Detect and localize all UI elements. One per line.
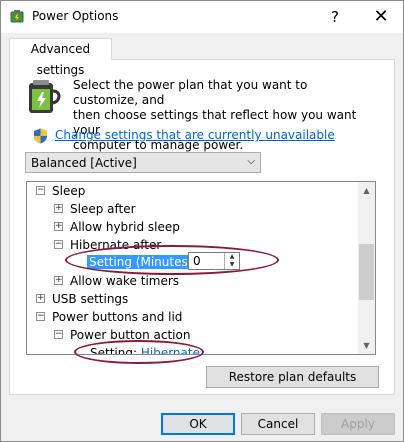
power-plan-select[interactable]: Balanced [Active] ⌵ [25, 152, 261, 173]
collapse-icon[interactable]: − [54, 240, 63, 249]
tree-item-usb[interactable]: + USB settings [36, 290, 128, 308]
restore-defaults-button[interactable]: Restore plan defaults [206, 366, 379, 388]
power-options-icon [10, 10, 24, 23]
ok-button[interactable]: OK [161, 413, 235, 435]
scroll-thumb[interactable] [359, 244, 374, 300]
collapse-icon[interactable]: − [54, 330, 63, 339]
tab-advanced-settings[interactable]: Advanced settings [9, 38, 112, 77]
cancel-button[interactable]: Cancel [241, 413, 315, 435]
close-button[interactable]: ✕ [359, 3, 403, 31]
collapse-icon[interactable]: − [36, 312, 45, 321]
chevron-down-icon: ⌵ [247, 156, 255, 167]
expand-icon[interactable]: + [54, 276, 63, 285]
tree-item-hybrid-sleep[interactable]: + Allow hybrid sleep [54, 218, 180, 236]
intro-line-1: Select the power plan that you want to c… [73, 78, 308, 107]
scroll-up-icon[interactable]: ▲ [358, 182, 375, 199]
tree-item-power-buttons[interactable]: − Power buttons and lid [36, 308, 182, 326]
tree-item-label: USB settings [52, 292, 129, 306]
tree-item-label: Allow wake timers [70, 274, 180, 288]
tree-scrollbar[interactable]: ▲ ▼ [358, 182, 375, 354]
help-button[interactable]: ? [313, 3, 357, 31]
annotation-ellipse-hibernate [74, 340, 204, 364]
tree-item-label: Allow hybrid sleep [70, 220, 180, 234]
uac-shield-icon [34, 128, 47, 144]
title-bar: Power Options ? ✕ [1, 1, 403, 33]
tree-item-label: Sleep after [70, 202, 136, 216]
tree-item-label: Sleep [52, 184, 86, 198]
annotation-ellipse-minutes [65, 245, 279, 275]
expand-icon[interactable]: + [54, 222, 63, 231]
tree-item-sleep[interactable]: − Sleep [36, 182, 85, 200]
power-plan-value: Balanced [Active] [31, 156, 137, 170]
battery-power-icon [29, 80, 61, 113]
apply-button[interactable]: Apply [321, 413, 395, 435]
expand-icon[interactable]: + [54, 204, 63, 213]
tree-item-sleep-after[interactable]: + Sleep after [54, 200, 136, 218]
window-title: Power Options [32, 9, 119, 23]
expand-icon[interactable]: + [36, 294, 45, 303]
scroll-down-icon[interactable]: ▼ [358, 337, 375, 354]
collapse-icon[interactable]: − [36, 186, 45, 195]
tree-item-label: Power buttons and lid [52, 310, 183, 324]
power-options-window: Power Options ? ✕ Advanced settings Sele… [0, 0, 404, 442]
change-settings-link[interactable]: Change settings that are currently unava… [55, 128, 335, 142]
